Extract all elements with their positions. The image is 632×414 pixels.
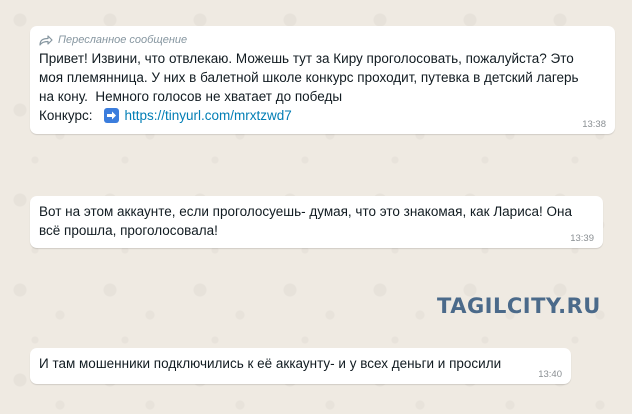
message-time: 13:40 <box>538 369 562 380</box>
link-line: Конкурс: https://tinyurl.com/mrxtzwd7 <box>39 106 606 125</box>
message-bubble[interactable]: Вот на этом аккаунте, если проголосуешь-… <box>30 196 603 248</box>
message-time: 13:38 <box>582 119 606 130</box>
message-time: 13:39 <box>570 233 594 244</box>
link-label: Конкурс: <box>39 108 93 123</box>
message-text: Вот на этом аккаунте, если проголосуешь-… <box>39 204 572 238</box>
watermark: TAGILCITY.RU <box>437 294 601 318</box>
message-link[interactable]: https://tinyurl.com/mrxtzwd7 <box>125 106 292 125</box>
forwarded-label: Пересланное сообщение <box>58 34 188 46</box>
forwarded-header: Пересланное сообщение <box>39 32 606 48</box>
right-arrow-emoji-icon <box>103 108 119 123</box>
message-text: И там мошенники подключились к её аккаун… <box>39 356 502 371</box>
forward-arrow-icon <box>39 34 53 46</box>
message-bubble[interactable]: И там мошенники подключились к её аккаун… <box>30 348 571 384</box>
message-bubble-forwarded[interactable]: Пересланное сообщение Привет! Извини, чт… <box>30 26 615 134</box>
message-text: Привет! Извини, что отвлекаю. Можешь тут… <box>39 51 579 104</box>
